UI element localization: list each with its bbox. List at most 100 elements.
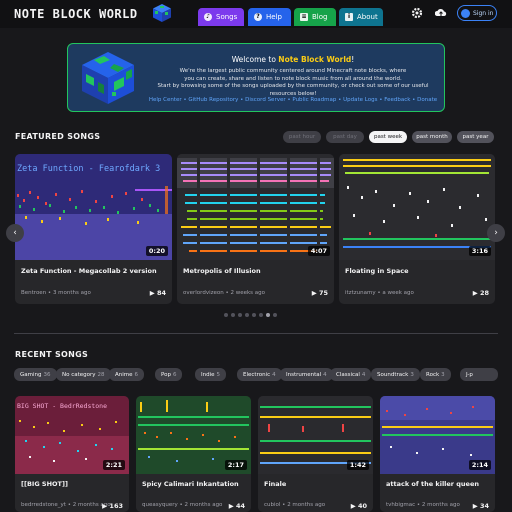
play-icon: ▶ [102,502,108,510]
featured-song-card[interactable]: 3:16 Floating in Space itztzunamy • a we… [339,154,495,304]
category-chip-pop[interactable]: Pop 6 [155,368,183,381]
category-count: 4 [272,371,276,378]
category-name: Electronic [243,371,271,378]
site-logo-text[interactable]: NOTE BLOCK WORLD [14,7,138,21]
play-icon: ▶ [149,289,155,297]
featured-songs-heading: FEATURED SONGS [15,132,101,141]
carousel-dot[interactable] [238,313,242,317]
category-name: Soundtrack [377,371,409,378]
featured-song-card[interactable]: Zeta Function - Fearofdark 3 0:20 Zeta F [15,154,172,304]
song-title[interactable]: Metropolis of Illusion [183,267,261,275]
category-chip-classical[interactable]: Classical 4 [330,368,372,381]
tab-songs[interactable]: ♪ Songs [198,8,244,26]
filter-past-month[interactable]: past month [412,131,452,143]
logo-cube-icon[interactable] [152,3,172,23]
carousel-dot[interactable] [224,313,228,317]
top-nav-bar: NOTE BLOCK WORLD ♪ Songs ? Help ≡ Blog i… [0,0,512,28]
song-author[interactable]: Bentroen [21,290,46,296]
carousel-dot[interactable] [231,313,235,317]
play-count-value: 34 [479,502,489,510]
category-chip-no-category[interactable]: No category 28 [56,368,111,381]
song-duration: 4:07 [307,246,330,256]
welcome-line-2: you can create, share and listen to note… [184,75,402,82]
filter-past-year[interactable]: past year [457,131,494,143]
tab-help[interactable]: ? Help [248,8,291,26]
play-count-value: 75 [318,289,328,297]
recent-song-card[interactable]: 2:14 attack of the killer queen tvhbigma… [380,396,495,512]
category-chip-indie[interactable]: Indie 5 [195,368,227,381]
song-title[interactable]: [[BIG SHOT]] [21,480,68,488]
sign-in-label: Sign in [473,9,494,17]
song-author[interactable]: itztzunamy [345,290,376,296]
settings-gear-icon[interactable] [411,7,423,19]
featured-song-card[interactable]: 4:07 Metropolis of Illusion overlordvize… [177,154,334,304]
welcome-title-prefix: Welcome to [231,55,279,64]
category-name: No category [62,371,96,378]
song-title[interactable]: Floating in Space [345,267,409,275]
category-count: 36 [43,371,51,378]
song-author[interactable]: cubiol [264,502,280,508]
song-author[interactable]: tvhbigmac [386,502,415,508]
song-play-count: ▶ 44 [229,502,245,510]
carousel-dot[interactable] [273,313,277,317]
song-play-count: ▶ 40 [351,502,367,510]
blog-icon: ≡ [300,13,308,21]
resource-links[interactable]: Help Center • GitHub Repository • Discor… [148,97,438,103]
tab-about[interactable]: i About [339,8,383,26]
carousel-dot[interactable] [245,313,249,317]
song-title[interactable]: Spicy Calimari Inkantation [142,480,239,488]
chevron-left-icon: ‹ [13,228,17,238]
category-chip-electronic[interactable]: Electronic 4 [237,368,282,381]
recent-song-card[interactable]: 1:42 Finale cubiol • 2 months ago ▶ 40 [258,396,373,512]
tab-blog[interactable]: ≡ Blog [294,8,336,26]
category-name: Rock [426,371,440,378]
category-name: Anime [115,371,133,378]
song-author[interactable]: overlordvizeon [183,290,224,296]
song-thumbnail: BIG SHOT - BedrRedstone 2:21 [15,396,129,474]
song-play-count: ▶ 84 [150,289,166,297]
song-duration: 2:21 [102,460,125,470]
song-title[interactable]: Zeta Function - Megacollab 2 version [21,267,157,275]
user-avatar-icon [461,8,470,18]
carousel-prev-button[interactable]: ‹ [6,224,24,242]
song-title[interactable]: Finale [264,480,286,488]
category-count: 4 [361,371,366,378]
category-count: 6 [172,371,177,378]
category-count: 6 [134,371,139,378]
category-chip-instrumental[interactable]: Instrumental 4 [280,368,333,381]
play-icon: ▶ [350,502,356,510]
category-chip-soundtrack[interactable]: Soundtrack 3 [371,368,420,381]
song-author[interactable]: queasyquery [142,502,178,508]
category-chip-rock[interactable]: Rock 3 [420,368,451,381]
welcome-title: Welcome to Note Block World! [148,55,438,64]
recent-song-card[interactable]: BIG SHOT - BedrRedstone 2:21 [[BIG SHOT]… [15,396,129,512]
welcome-banner: Welcome to Note Block World! We're the l… [67,43,445,112]
category-chip-anime[interactable]: Anime 6 [109,368,145,381]
filter-past-week[interactable]: past week [369,131,407,143]
category-chip-gaming[interactable]: Gaming 36 [14,368,57,381]
category-count: 4 [323,371,327,378]
song-author-time: itztzunamy • a week ago [345,290,414,296]
welcome-brand: Note Block World [278,55,352,64]
song-author-time: overlordvizeon • 2 weeks ago [183,290,266,296]
sign-in-button[interactable]: Sign in [457,5,497,21]
song-duration: 0:20 [145,246,168,256]
carousel-next-button[interactable]: › [487,224,505,242]
song-upload-time: 2 months ago [184,502,223,508]
play-count-value: 163 [109,502,123,510]
carousel-dot[interactable] [259,313,263,317]
song-author[interactable]: bedrredstone_yt [21,502,66,508]
song-duration: 1:42 [346,460,369,470]
upload-cloud-icon[interactable] [435,7,447,19]
carousel-dot-active[interactable] [266,313,270,317]
song-thumbnail: Zeta Function - Fearofdark 3 0:20 [15,154,172,260]
filter-past-hour[interactable]: past hour [283,131,321,143]
song-title[interactable]: attack of the killer queen [386,480,479,488]
filter-past-day[interactable]: past day [326,131,364,143]
category-chip-j-pop[interactable]: J-p [460,368,498,381]
carousel-dot[interactable] [252,313,256,317]
welcome-description: We're the largest public community cente… [148,68,438,98]
tab-about-label: About [357,13,378,21]
recent-song-card[interactable]: 2:17 Spicy Calimari Inkantation queasyqu… [136,396,251,512]
song-thumbnail: 4:07 [177,154,334,260]
